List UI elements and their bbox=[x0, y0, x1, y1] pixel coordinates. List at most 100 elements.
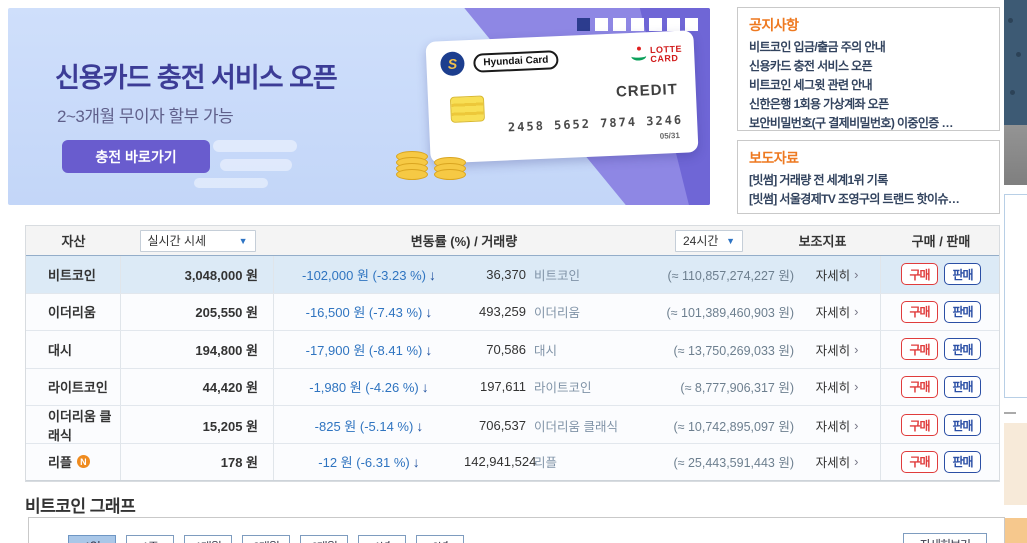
range-button-1d[interactable]: 1일 bbox=[68, 535, 116, 543]
approx-value: (≈ 101,389,460,903 원) bbox=[666, 306, 794, 321]
hyundai-card-logo: Hyundai Card bbox=[473, 49, 559, 73]
press-item[interactable]: [빗썸] 거래량 전 세계1위 기록 bbox=[749, 171, 988, 190]
period-filter-dropdown[interactable]: 24시간 ▼ bbox=[675, 229, 743, 252]
banner-pagination bbox=[577, 18, 698, 31]
graph-range-buttons: 1일 1주 1개월 3개월 6개월 1년 2년 bbox=[68, 535, 464, 543]
chevron-down-icon: ▼ bbox=[238, 235, 248, 246]
banner-title: 신용카드 충전 서비스 오픈 bbox=[55, 63, 338, 93]
sidebar-image-gray bbox=[1004, 125, 1027, 185]
buy-button[interactable]: 구매 bbox=[901, 338, 938, 361]
sell-button[interactable]: 판매 bbox=[944, 450, 981, 473]
charge-shortcut-button[interactable]: 충전 바로가기 bbox=[62, 140, 210, 173]
range-button-6m[interactable]: 6개월 bbox=[300, 535, 348, 543]
buy-button[interactable]: 구매 bbox=[901, 375, 938, 398]
banner-pagination-dot[interactable] bbox=[577, 18, 590, 31]
table-row-bitcoin[interactable]: 비트코인 3,048,000 원 -102,000 원 (-3.23 %) ↓ 3… bbox=[26, 256, 999, 294]
chevron-right-icon: › bbox=[854, 454, 859, 470]
sell-button[interactable]: 판매 bbox=[944, 375, 981, 398]
detail-link[interactable]: 자세히 › bbox=[794, 443, 881, 480]
asset-name: 이더리움 bbox=[26, 293, 121, 330]
volume: 142,941,524 bbox=[464, 454, 537, 470]
chevron-right-icon: › bbox=[854, 304, 859, 320]
graph-detail-button[interactable]: 자세히보기 bbox=[903, 533, 987, 543]
lotte-mark-icon bbox=[631, 50, 647, 61]
banner-pagination-dot[interactable] bbox=[667, 18, 680, 31]
banner-pagination-dot[interactable] bbox=[595, 18, 608, 31]
price-change: -16,500 원 (-7.43 %) ↓ bbox=[305, 304, 433, 321]
asset-name: 리플 N bbox=[26, 443, 121, 480]
banner-pagination-dot[interactable] bbox=[685, 18, 698, 31]
detail-link[interactable]: 자세히 › bbox=[794, 406, 881, 444]
buy-button[interactable]: 구매 bbox=[901, 300, 938, 323]
buy-button[interactable]: 구매 bbox=[901, 414, 938, 436]
chevron-right-icon: › bbox=[854, 341, 859, 357]
approx-value: (≈ 13,750,269,033 원) bbox=[673, 343, 794, 358]
volume: 493,259 bbox=[479, 304, 526, 320]
gold-coins-image bbox=[396, 151, 466, 180]
right-sidebar-cropped bbox=[1004, 0, 1027, 543]
chevron-down-icon: ▼ bbox=[726, 235, 735, 246]
asset-name: 비트코인 bbox=[26, 256, 121, 293]
sell-button[interactable]: 판매 bbox=[944, 414, 981, 436]
page: 신용카드 충전 서비스 오픈 2~3개월 무이자 할부 가능 충전 바로가기 S… bbox=[0, 0, 1027, 543]
sell-button[interactable]: 판매 bbox=[944, 300, 981, 323]
banner-decor-stripe bbox=[194, 178, 268, 188]
banner-pagination-dot[interactable] bbox=[649, 18, 662, 31]
buy-button[interactable]: 구매 bbox=[901, 450, 938, 473]
table-row-ethereum[interactable]: 이더리움 205,550 원 -16,500 원 (-7.43 %) ↓ 493,… bbox=[26, 293, 999, 331]
header-asset: 자산 bbox=[61, 234, 86, 249]
notice-item[interactable]: 비트코인 세그윗 관련 안내 bbox=[749, 76, 988, 95]
range-button-2y[interactable]: 2년 bbox=[416, 535, 464, 543]
volume-unit: 대시 bbox=[534, 343, 558, 358]
asset-name: 라이트코인 bbox=[26, 368, 121, 405]
asset-price: 178 원 bbox=[121, 443, 274, 480]
notice-item[interactable]: 비트코인 입금/출금 주의 안내 bbox=[749, 38, 988, 57]
approx-value: (≈ 8,777,906,317 원) bbox=[680, 381, 794, 396]
sell-button[interactable]: 판매 bbox=[944, 338, 981, 361]
header-indicator: 보조지표 bbox=[798, 234, 847, 249]
detail-link[interactable]: 자세히 › bbox=[794, 293, 881, 330]
credit-card-image: S Hyundai Card LOTTE CARD CREDIT 2458 565… bbox=[425, 30, 699, 164]
down-arrow-icon: ↓ bbox=[425, 341, 433, 358]
notice-item[interactable]: 신한은행 1회용 가상계좌 오픈 bbox=[749, 95, 988, 114]
volume: 70,586 bbox=[486, 341, 526, 357]
table-row-dash[interactable]: 대시 194,800 원 -17,900 원 (-8.41 %) ↓ 70,586… bbox=[26, 331, 999, 369]
asset-price: 194,800 원 bbox=[121, 331, 274, 368]
card-chip bbox=[449, 95, 485, 123]
banner-decor-stripe bbox=[213, 140, 297, 152]
range-button-1m[interactable]: 1개월 bbox=[184, 535, 232, 543]
price-filter-dropdown[interactable]: 실시간 시세 ▼ bbox=[139, 229, 256, 252]
graph-section-title: 비트코인 그래프 bbox=[25, 497, 136, 516]
sidebar-banner-orange bbox=[1004, 518, 1027, 543]
detail-link[interactable]: 자세히 › bbox=[794, 256, 881, 293]
range-button-1y[interactable]: 1년 bbox=[358, 535, 406, 543]
promo-banner[interactable]: 신용카드 충전 서비스 오픈 2~3개월 무이자 할부 가능 충전 바로가기 S… bbox=[8, 8, 710, 205]
detail-link[interactable]: 자세히 › bbox=[794, 331, 881, 368]
buy-button[interactable]: 구매 bbox=[901, 263, 938, 286]
price-change: -102,000 원 (-3.23 %) ↓ bbox=[302, 266, 436, 283]
header-trade: 구매 / 판매 bbox=[911, 234, 971, 249]
banner-pagination-dot[interactable] bbox=[631, 18, 644, 31]
table-row-ethereum-classic[interactable]: 이더리움 클래식 15,205 원 -825 원 (-5.14 %) ↓ 706,… bbox=[26, 406, 999, 444]
volume-unit: 라이트코인 bbox=[534, 381, 592, 396]
volume-unit: 비트코인 bbox=[534, 268, 581, 283]
detail-link[interactable]: 자세히 › bbox=[794, 368, 881, 405]
market-table: 자산 실시간 시세 ▼ 변동률 (%) / 거래량 24시간 ▼ 보조지표 구매… bbox=[25, 225, 1000, 482]
volume: 36,370 bbox=[486, 266, 526, 282]
notice-item[interactable]: 신용카드 충전 서비스 오픈 bbox=[749, 57, 988, 76]
price-change: -17,900 원 (-8.41 %) ↓ bbox=[305, 341, 433, 358]
range-button-1w[interactable]: 1주 bbox=[126, 535, 174, 543]
sidebar-panel bbox=[1004, 194, 1027, 398]
table-header: 자산 실시간 시세 ▼ 변동률 (%) / 거래량 24시간 ▼ 보조지표 구매… bbox=[26, 226, 999, 256]
table-row-litecoin[interactable]: 라이트코인 44,420 원 -1,980 원 (-4.26 %) ↓ 197,6… bbox=[26, 368, 999, 406]
sell-button[interactable]: 판매 bbox=[944, 263, 981, 286]
press-item[interactable]: [빗썸] 서울경제TV 조영구의 트랜드 핫이슈… bbox=[749, 190, 988, 209]
notice-item[interactable]: 보안비밀번호(구 결제비밀번호) 이중인증 … bbox=[749, 114, 988, 133]
price-change: -1,980 원 (-4.26 %) ↓ bbox=[309, 379, 429, 396]
shinhan-bank-logo: S bbox=[439, 51, 465, 77]
table-row-ripple[interactable]: 리플 N 178 원 -12 원 (-6.31 %) ↓ 142,941,524 리… bbox=[26, 443, 999, 481]
sidebar-divider bbox=[1004, 412, 1016, 414]
banner-pagination-dot[interactable] bbox=[613, 18, 626, 31]
price-change: -12 원 (-6.31 %) ↓ bbox=[318, 454, 420, 471]
range-button-3m[interactable]: 3개월 bbox=[242, 535, 290, 543]
